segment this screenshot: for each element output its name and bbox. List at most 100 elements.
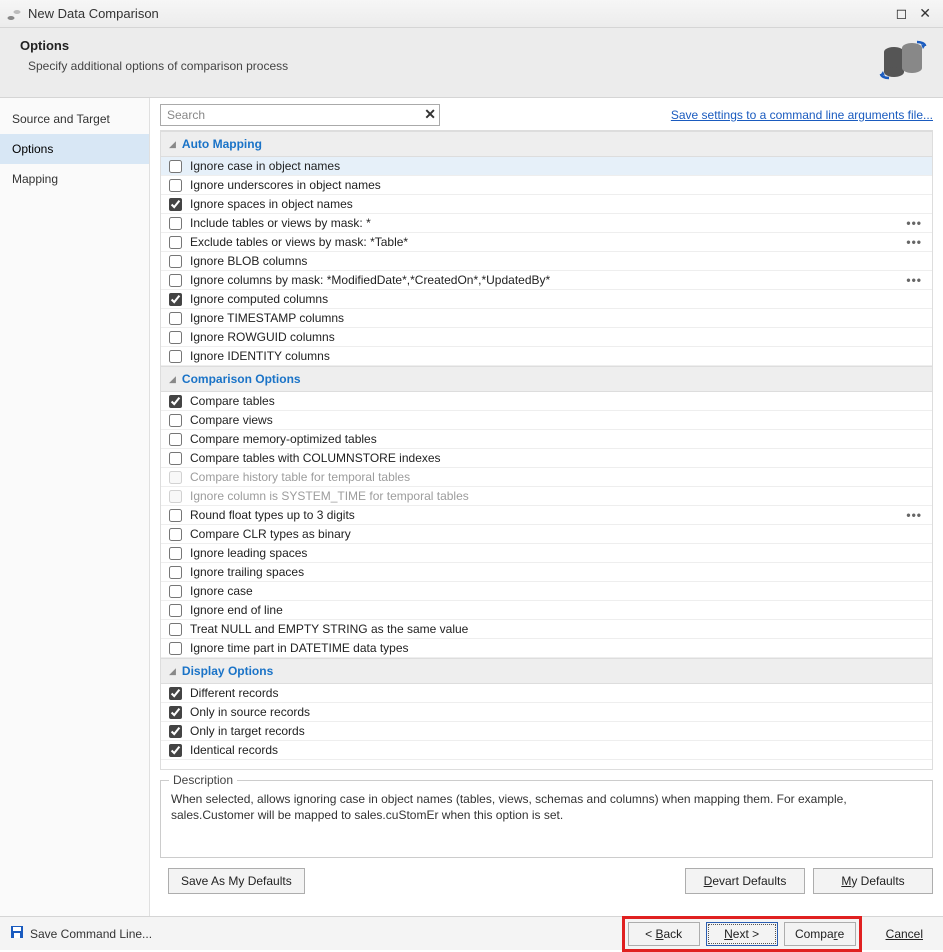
save-settings-link[interactable]: Save settings to a command line argument…: [671, 108, 933, 122]
option-checkbox[interactable]: [169, 687, 182, 700]
more-icon[interactable]: •••: [906, 235, 926, 249]
group-header[interactable]: ◢ Comparison Options: [161, 366, 932, 392]
option-label: Compare memory-optimized tables: [190, 432, 926, 446]
option-row[interactable]: Compare tables with COLUMNSTORE indexes: [161, 449, 932, 468]
option-checkbox[interactable]: [169, 160, 182, 173]
more-icon[interactable]: •••: [906, 273, 926, 287]
option-row[interactable]: Ignore IDENTITY columns: [161, 347, 932, 366]
option-row[interactable]: Only in source records: [161, 703, 932, 722]
option-row[interactable]: Compare CLR types as binary: [161, 525, 932, 544]
back-button[interactable]: < Back: [628, 922, 700, 946]
search-input[interactable]: [160, 104, 440, 126]
option-checkbox[interactable]: [169, 623, 182, 636]
option-checkbox[interactable]: [169, 725, 182, 738]
option-row[interactable]: Ignore case: [161, 582, 932, 601]
option-row[interactable]: Ignore case in object names: [161, 157, 932, 176]
option-label: Ignore BLOB columns: [190, 254, 926, 268]
option-checkbox: [169, 490, 182, 503]
sidebar-item-options[interactable]: Options: [0, 134, 149, 164]
close-button[interactable]: ✕: [919, 5, 931, 22]
option-checkbox[interactable]: [169, 395, 182, 408]
option-checkbox[interactable]: [169, 217, 182, 230]
next-button[interactable]: Next >: [706, 922, 778, 946]
cancel-button[interactable]: Cancel: [876, 923, 933, 945]
sidebar-item-mapping[interactable]: Mapping: [0, 164, 149, 194]
option-checkbox[interactable]: [169, 528, 182, 541]
option-row[interactable]: Ignore trailing spaces: [161, 563, 932, 582]
option-checkbox[interactable]: [169, 452, 182, 465]
option-label: Compare history table for temporal table…: [190, 470, 926, 484]
more-icon[interactable]: •••: [906, 508, 926, 522]
clear-search-icon[interactable]: ✕: [424, 106, 436, 123]
option-row[interactable]: Ignore BLOB columns: [161, 252, 932, 271]
option-row[interactable]: Compare views: [161, 411, 932, 430]
option-row[interactable]: Include tables or views by mask: *•••: [161, 214, 932, 233]
option-row[interactable]: Ignore time part in DATETIME data types: [161, 639, 932, 658]
collapse-icon: ◢: [169, 139, 176, 150]
option-row[interactable]: Ignore columns by mask: *ModifiedDate*,*…: [161, 271, 932, 290]
devart-defaults-button[interactable]: Devart Defaults: [685, 868, 805, 894]
window-title: New Data Comparison: [28, 6, 896, 21]
option-checkbox[interactable]: [169, 566, 182, 579]
option-checkbox[interactable]: [169, 642, 182, 655]
option-row[interactable]: Ignore computed columns: [161, 290, 932, 309]
wizard-sidebar: Source and Target Options Mapping: [0, 98, 150, 916]
option-checkbox[interactable]: [169, 179, 182, 192]
option-checkbox[interactable]: [169, 414, 182, 427]
collapse-icon: ◢: [169, 374, 176, 385]
option-checkbox[interactable]: [169, 509, 182, 522]
option-row[interactable]: Identical records: [161, 741, 932, 760]
option-row[interactable]: Ignore column is SYSTEM_TIME for tempora…: [161, 487, 932, 506]
option-checkbox[interactable]: [169, 433, 182, 446]
option-checkbox[interactable]: [169, 293, 182, 306]
option-checkbox[interactable]: [169, 198, 182, 211]
option-checkbox[interactable]: [169, 744, 182, 757]
description-legend: Description: [169, 773, 237, 787]
option-row[interactable]: Compare history table for temporal table…: [161, 468, 932, 487]
group-header[interactable]: ◢Display Options: [161, 658, 932, 684]
option-label: Ignore case: [190, 584, 926, 598]
maximize-button[interactable]: ◻: [896, 5, 908, 22]
option-row[interactable]: Ignore leading spaces: [161, 544, 932, 563]
database-compare-icon: [879, 38, 927, 85]
option-row[interactable]: Different records: [161, 684, 932, 703]
option-label: Ignore leading spaces: [190, 546, 926, 560]
my-defaults-button[interactable]: My Defaults: [813, 868, 933, 894]
option-checkbox[interactable]: [169, 585, 182, 598]
group-header[interactable]: ◢Auto Mapping: [161, 131, 932, 157]
option-row[interactable]: Compare tables: [161, 392, 932, 411]
option-checkbox[interactable]: [169, 331, 182, 344]
more-icon[interactable]: •••: [906, 216, 926, 230]
option-row[interactable]: Ignore underscores in object names: [161, 176, 932, 195]
option-row[interactable]: Ignore end of line: [161, 601, 932, 620]
option-checkbox[interactable]: [169, 312, 182, 325]
option-checkbox[interactable]: [169, 706, 182, 719]
sidebar-item-source-target[interactable]: Source and Target: [0, 104, 149, 134]
option-label: Only in source records: [190, 705, 926, 719]
option-checkbox[interactable]: [169, 350, 182, 363]
option-label: Different records: [190, 686, 926, 700]
option-checkbox[interactable]: [169, 236, 182, 249]
save-as-my-defaults-button[interactable]: Save As My Defaults: [168, 868, 305, 894]
option-row[interactable]: Exclude tables or views by mask: *Table*…: [161, 233, 932, 252]
option-row[interactable]: Round float types up to 3 digits •••: [161, 506, 932, 525]
save-command-line-button[interactable]: Save Command Line...: [10, 925, 152, 942]
option-row[interactable]: Ignore TIMESTAMP columns: [161, 309, 932, 328]
group-title: Comparison Options: [182, 372, 301, 386]
option-row[interactable]: Only in target records: [161, 722, 932, 741]
option-checkbox[interactable]: [169, 274, 182, 287]
option-label: Ignore column is SYSTEM_TIME for tempora…: [190, 489, 926, 503]
option-checkbox[interactable]: [169, 255, 182, 268]
option-row[interactable]: Ignore ROWGUID columns: [161, 328, 932, 347]
option-row[interactable]: Treat NULL and EMPTY STRING as the same …: [161, 620, 932, 639]
option-checkbox: [169, 471, 182, 484]
compare-button[interactable]: Compare: [784, 922, 856, 946]
footer: Save Command Line... < Back Next > Compa…: [0, 916, 943, 950]
option-row[interactable]: Compare memory-optimized tables: [161, 430, 932, 449]
option-checkbox[interactable]: [169, 604, 182, 617]
option-label: Ignore time part in DATETIME data types: [190, 641, 926, 655]
save-command-line-label: Save Command Line...: [30, 927, 152, 941]
option-checkbox[interactable]: [169, 547, 182, 560]
option-row[interactable]: Ignore spaces in object names: [161, 195, 932, 214]
option-label: Round float types up to 3 digits: [190, 508, 900, 522]
